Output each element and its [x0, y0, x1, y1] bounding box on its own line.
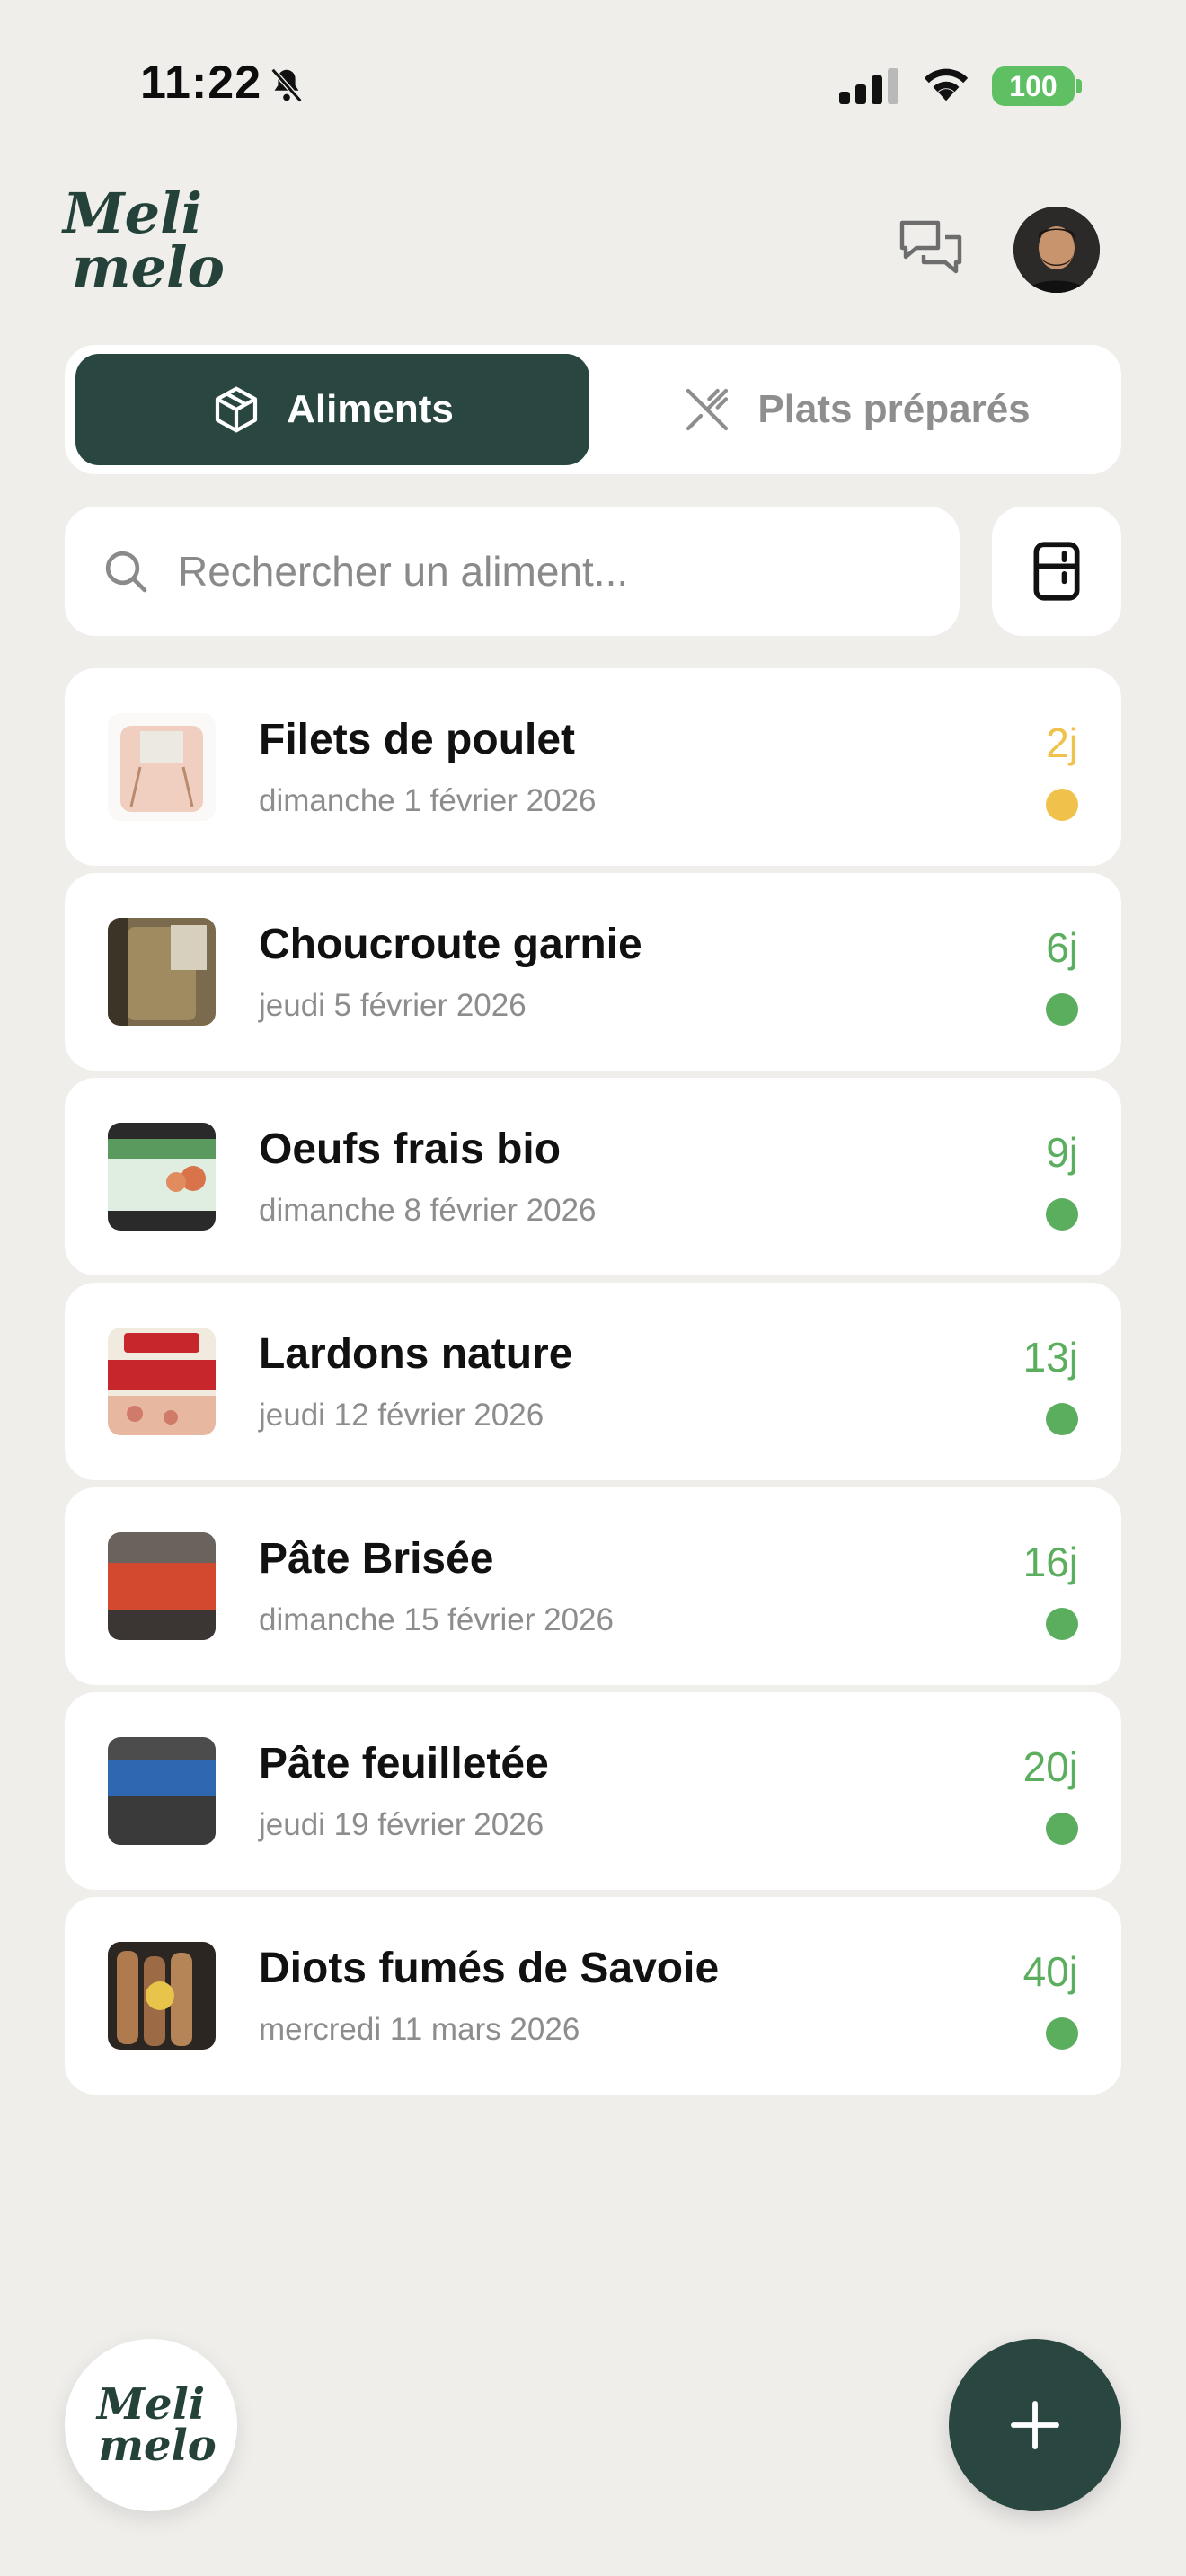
- status-dot: [1046, 1813, 1078, 1845]
- search-bar: [65, 507, 960, 636]
- days-remaining: 6j: [1046, 924, 1078, 971]
- tab-plats-prepares[interactable]: Plats préparés: [600, 354, 1112, 465]
- item-expiry-date: jeudi 5 février 2026: [259, 988, 527, 1023]
- food-thumbnail: [108, 1942, 216, 2050]
- status-time: 11:22: [140, 57, 262, 109]
- status-dot: [1046, 2017, 1078, 2050]
- status-dot: [1046, 1198, 1078, 1231]
- item-expiry-date: jeudi 12 février 2026: [259, 1398, 544, 1433]
- item-name: Oeufs frais bio: [259, 1125, 562, 1173]
- food-item-card[interactable]: Diots fumés de Savoie mercredi 11 mars 2…: [65, 1897, 1121, 2095]
- days-remaining: 13j: [1022, 1334, 1078, 1381]
- status-dot: [1046, 789, 1078, 821]
- fridge-button[interactable]: [992, 507, 1121, 636]
- item-name: Diots fumés de Savoie: [259, 1945, 720, 1992]
- search-icon: [105, 551, 147, 593]
- battery-indicator: 100: [992, 66, 1075, 106]
- food-thumbnail: [108, 1123, 216, 1231]
- search-input[interactable]: [178, 547, 897, 595]
- days-remaining: 20j: [1022, 1743, 1078, 1790]
- battery-tip: [1076, 79, 1082, 93]
- food-thumbnail: [108, 713, 216, 821]
- user-avatar[interactable]: [1013, 207, 1100, 293]
- item-name: Lardons nature: [259, 1330, 573, 1378]
- status-dot: [1046, 993, 1078, 1026]
- food-item-card[interactable]: Pâte Brisée dimanche 15 février 2026 16j: [65, 1487, 1121, 1685]
- item-name: Choucroute garnie: [259, 921, 642, 968]
- item-name: Pâte Brisée: [259, 1535, 494, 1583]
- app-screen: 11:22 100 Meli melo Aliments Plats prépa…: [0, 0, 1186, 2576]
- home-logo-button[interactable]: Meli melo: [65, 2339, 237, 2511]
- app-logo: Meli melo: [63, 181, 225, 313]
- add-item-button[interactable]: [949, 2339, 1121, 2511]
- food-thumbnail: [108, 1532, 216, 1640]
- status-dot: [1046, 1608, 1078, 1640]
- signal-icon: [839, 68, 898, 104]
- logo-line-1: Meli: [63, 181, 203, 246]
- food-list: Filets de poulet dimanche 1 février 2026…: [65, 668, 1121, 2102]
- food-thumbnail: [108, 918, 216, 1026]
- tab-aliments-label: Aliments: [287, 387, 454, 431]
- item-name: Filets de poulet: [259, 716, 576, 763]
- logo-line-2: melo: [98, 2421, 217, 2471]
- status-dot: [1046, 1403, 1078, 1435]
- item-name: Pâte feuilletée: [259, 1740, 549, 1787]
- plus-icon: [1011, 2401, 1059, 2449]
- days-remaining: 2j: [1046, 719, 1078, 766]
- days-remaining: 16j: [1022, 1539, 1078, 1585]
- food-thumbnail: [108, 1737, 216, 1845]
- item-expiry-date: mercredi 11 mars 2026: [259, 2012, 580, 2047]
- box-icon: [215, 386, 258, 433]
- chat-bubbles-icon[interactable]: [895, 212, 967, 284]
- wifi-icon: [924, 68, 969, 101]
- logo-line-1: Meli: [96, 2379, 206, 2430]
- tab-aliments[interactable]: Aliments: [75, 354, 589, 465]
- logo-line-2: melo: [72, 234, 225, 300]
- tab-plats-label: Plats préparés: [757, 387, 1031, 431]
- days-remaining: 9j: [1046, 1129, 1078, 1176]
- food-item-card[interactable]: Filets de poulet dimanche 1 février 2026…: [65, 668, 1121, 866]
- days-remaining: 40j: [1022, 1948, 1078, 1995]
- item-expiry-date: dimanche 15 février 2026: [259, 1602, 614, 1637]
- item-expiry-date: dimanche 8 février 2026: [259, 1193, 597, 1228]
- avatar-image: [1013, 207, 1100, 293]
- utensils-crossed-icon: [686, 388, 729, 431]
- food-item-card[interactable]: Lardons nature jeudi 12 février 2026 13j: [65, 1283, 1121, 1480]
- bell-slash-icon: [270, 67, 303, 103]
- category-tabs: Aliments Plats préparés: [65, 345, 1121, 474]
- food-item-card[interactable]: Choucroute garnie jeudi 5 février 2026 6…: [65, 873, 1121, 1071]
- food-item-card[interactable]: Oeufs frais bio dimanche 8 février 2026 …: [65, 1078, 1121, 1275]
- food-thumbnail: [108, 1328, 216, 1435]
- fridge-icon: [1033, 542, 1080, 601]
- item-expiry-date: jeudi 19 février 2026: [259, 1807, 544, 1842]
- food-item-card[interactable]: Pâte feuilletée jeudi 19 février 2026 20…: [65, 1692, 1121, 1890]
- item-expiry-date: dimanche 1 février 2026: [259, 783, 597, 818]
